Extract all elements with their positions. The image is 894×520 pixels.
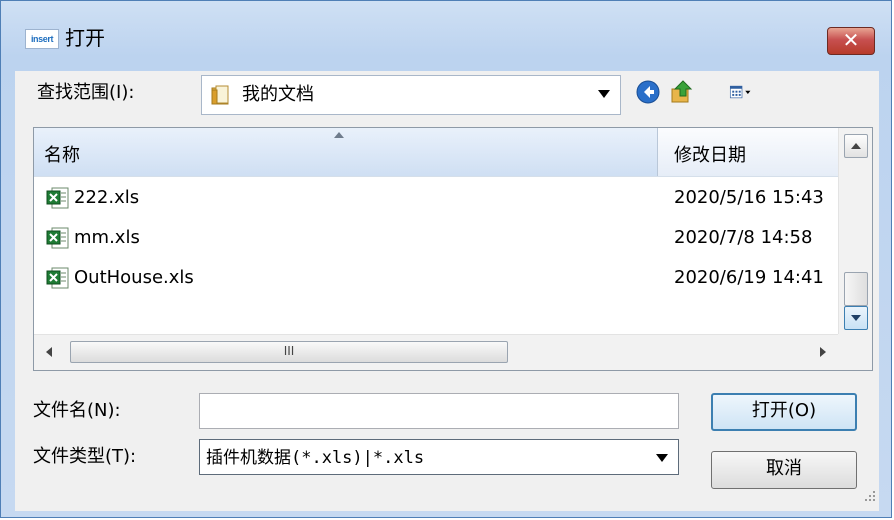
- filetype-value: 插件机数据(*.xls)|*.xls: [206, 448, 425, 468]
- file-name: OutHouse.xls: [74, 267, 194, 288]
- chevron-down-icon: [851, 315, 861, 321]
- horizontal-scrollbar[interactable]: III: [34, 334, 838, 370]
- scroll-right-icon[interactable]: [820, 347, 826, 357]
- column-header-row: 名称 修改日期: [34, 128, 838, 177]
- chevron-up-icon: [851, 143, 861, 149]
- scroll-left-icon[interactable]: [46, 347, 52, 357]
- column-header-date-label: 修改日期: [674, 145, 746, 166]
- filename-input[interactable]: [199, 393, 679, 429]
- file-date: 2020/6/19 14:41: [674, 267, 824, 288]
- file-name: mm.xls: [74, 227, 140, 248]
- open-button[interactable]: 打开(O): [711, 393, 857, 431]
- file-row-mm[interactable]: mm.xls 2020/7/8 14:58: [34, 218, 838, 258]
- file-name: 222.xls: [74, 187, 140, 208]
- file-row-222[interactable]: 222.xls 2020/5/16 15:43: [34, 178, 838, 218]
- resize-grip-icon[interactable]: [863, 489, 877, 503]
- file-date: 2020/5/16 15:43: [674, 187, 824, 208]
- chevron-down-icon[interactable]: [598, 90, 610, 98]
- column-header-name-label: 名称: [44, 145, 80, 166]
- vertical-scrollbar[interactable]: [838, 128, 872, 334]
- excel-file-icon: [46, 267, 69, 289]
- cancel-button[interactable]: 取消: [711, 451, 857, 489]
- dialog-body: 查找范围(I): 我的文档 名称 修改日期 222.xls 2020/5/16 …: [15, 71, 879, 511]
- sort-ascending-icon: [334, 132, 344, 138]
- back-arrow-icon[interactable]: [635, 79, 661, 105]
- open-file-dialog: insert 打开 ✕ 查找范围(I): 我的文档 名称 修改日期 222.xl…: [0, 0, 892, 518]
- scroll-down-button[interactable]: [844, 306, 868, 330]
- close-icon: ✕: [842, 28, 860, 52]
- scroll-corner: [838, 334, 872, 370]
- file-list[interactable]: 名称 修改日期 222.xls 2020/5/16 15:43 mm.xls 2…: [33, 127, 873, 371]
- filetype-dropdown[interactable]: 插件机数据(*.xls)|*.xls: [199, 439, 679, 475]
- chevron-down-icon[interactable]: [656, 454, 668, 462]
- vertical-scroll-thumb[interactable]: [844, 272, 868, 306]
- excel-file-icon: [46, 187, 69, 209]
- lookin-dropdown[interactable]: 我的文档: [201, 75, 621, 115]
- file-row-outhouse[interactable]: OutHouse.xls 2020/6/19 14:41: [34, 258, 838, 298]
- app-icon: insert: [25, 29, 59, 49]
- window-title: 打开: [65, 26, 105, 50]
- folder-icon: [211, 85, 229, 105]
- filename-label: 文件名(N):: [33, 400, 121, 421]
- up-folder-icon[interactable]: [669, 79, 695, 105]
- close-button[interactable]: ✕: [827, 27, 875, 55]
- title-bar[interactable]: insert 打开 ✕: [1, 1, 893, 69]
- view-menu-icon[interactable]: [729, 79, 755, 105]
- column-header-name[interactable]: 名称: [34, 128, 658, 176]
- lookin-value: 我的文档: [242, 84, 314, 105]
- file-date: 2020/7/8 14:58: [674, 227, 813, 248]
- lookin-label: 查找范围(I):: [37, 82, 135, 103]
- scroll-up-button[interactable]: [844, 134, 868, 158]
- horizontal-scroll-thumb[interactable]: III: [70, 341, 508, 363]
- filetype-label: 文件类型(T):: [33, 446, 137, 467]
- excel-file-icon: [46, 227, 69, 249]
